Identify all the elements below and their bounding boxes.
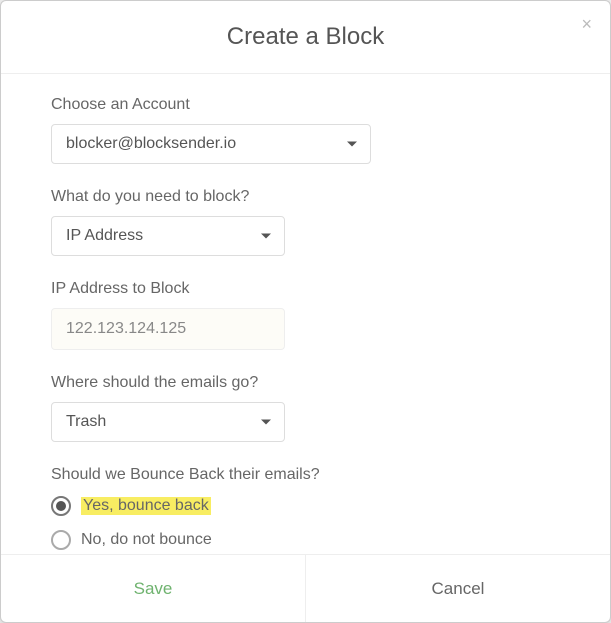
close-button[interactable]: × [581, 15, 592, 33]
cancel-button[interactable]: Cancel [306, 555, 610, 622]
modal-body: Choose an Account blocker@blocksender.io… [1, 74, 610, 554]
account-group: Choose an Account blocker@blocksender.io [51, 96, 560, 164]
radio-unchecked-icon [51, 530, 71, 550]
block-type-group: What do you need to block? IP Address [51, 188, 560, 256]
ip-input[interactable] [51, 308, 285, 350]
caret-down-icon [261, 420, 271, 425]
save-button[interactable]: Save [1, 555, 306, 622]
modal-footer: Save Cancel [1, 554, 610, 622]
destination-group: Where should the emails go? Trash [51, 374, 560, 442]
destination-value: Trash [66, 413, 106, 431]
block-type-label: What do you need to block? [51, 188, 560, 206]
caret-down-icon [261, 234, 271, 239]
destination-select[interactable]: Trash [51, 402, 285, 442]
bounce-no-label: No, do not bounce [81, 531, 212, 549]
bounce-yes-radio[interactable]: Yes, bounce back [51, 496, 560, 516]
radio-checked-icon [51, 496, 71, 516]
account-value: blocker@blocksender.io [66, 135, 236, 153]
modal-title: Create a Block [21, 23, 590, 51]
caret-down-icon [347, 142, 357, 147]
account-select[interactable]: blocker@blocksender.io [51, 124, 371, 164]
bounce-yes-label: Yes, bounce back [81, 497, 211, 515]
create-block-modal: Create a Block × Choose an Account block… [0, 0, 611, 623]
bounce-no-radio[interactable]: No, do not bounce [51, 530, 560, 550]
block-type-select[interactable]: IP Address [51, 216, 285, 256]
account-label: Choose an Account [51, 96, 560, 114]
destination-label: Where should the emails go? [51, 374, 560, 392]
block-type-value: IP Address [66, 227, 143, 245]
bounce-label: Should we Bounce Back their emails? [51, 466, 560, 484]
ip-label: IP Address to Block [51, 280, 560, 298]
modal-header: Create a Block × [1, 1, 610, 74]
ip-group: IP Address to Block [51, 280, 560, 350]
bounce-group: Should we Bounce Back their emails? Yes,… [51, 466, 560, 550]
